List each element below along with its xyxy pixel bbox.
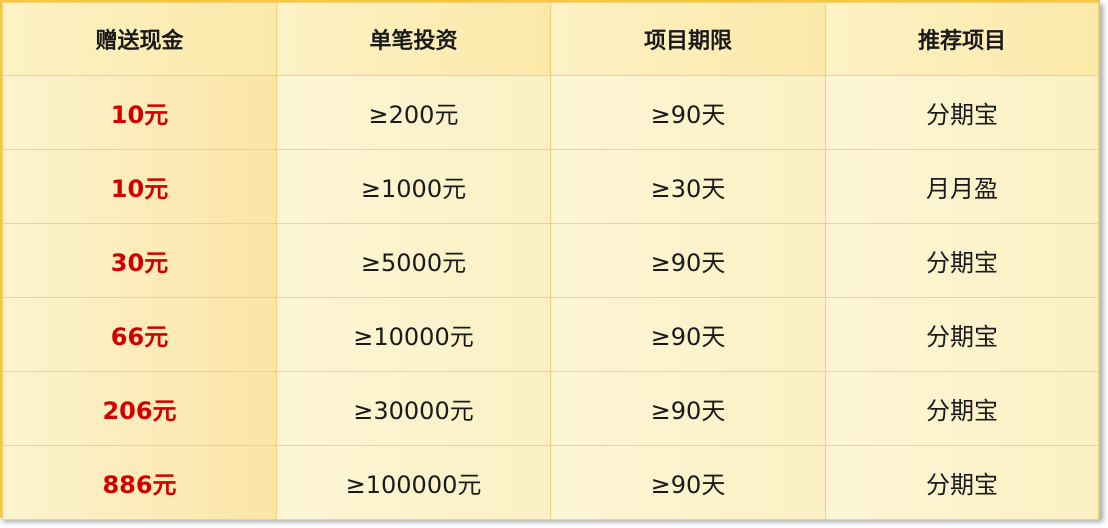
project-cell: 分期宝 (825, 223, 1099, 298)
header-cash-reward: 赠送现金 (2, 2, 277, 76)
reward-table: 赠送现金 单笔投资 项目期限 推荐项目 10元 ≥200元 ≥90天 分期宝 1… (2, 2, 1099, 520)
table-row: 10元 ≥200元 ≥90天 分期宝 (2, 75, 1099, 150)
cash-cell: 66元 (2, 297, 277, 372)
investment-cell: ≥200元 (276, 75, 551, 150)
table-header-row: 赠送现金 单笔投资 项目期限 推荐项目 (2, 2, 1099, 76)
table-row: 30元 ≥5000元 ≥90天 分期宝 (2, 223, 1099, 298)
project-cell: 分期宝 (825, 75, 1099, 150)
term-cell: ≥90天 (550, 75, 826, 150)
project-cell: 分期宝 (825, 445, 1099, 520)
investment-cell: ≥30000元 (276, 371, 551, 446)
header-recommended-project: 推荐项目 (825, 2, 1099, 76)
term-cell: ≥90天 (550, 371, 826, 446)
header-project-term: 项目期限 (550, 2, 826, 76)
table-row: 886元 ≥100000元 ≥90天 分期宝 (2, 445, 1099, 520)
term-cell: ≥90天 (550, 297, 826, 372)
project-cell: 分期宝 (825, 371, 1099, 446)
cash-cell: 10元 (2, 75, 277, 150)
table-row: 10元 ≥1000元 ≥30天 月月盈 (2, 149, 1099, 224)
table-row: 206元 ≥30000元 ≥90天 分期宝 (2, 371, 1099, 446)
cash-cell: 30元 (2, 223, 277, 298)
table-row: 66元 ≥10000元 ≥90天 分期宝 (2, 297, 1099, 372)
project-cell: 分期宝 (825, 297, 1099, 372)
investment-cell: ≥1000元 (276, 149, 551, 224)
project-cell: 月月盈 (825, 149, 1099, 224)
cash-cell: 886元 (2, 445, 277, 520)
investment-cell: ≥10000元 (276, 297, 551, 372)
cash-cell: 206元 (2, 371, 277, 446)
cash-cell: 10元 (2, 149, 277, 224)
investment-cell: ≥100000元 (276, 445, 551, 520)
investment-cell: ≥5000元 (276, 223, 551, 298)
term-cell: ≥90天 (550, 445, 826, 520)
term-cell: ≥90天 (550, 223, 826, 298)
reward-table-container: 赠送现金 单笔投资 项目期限 推荐项目 10元 ≥200元 ≥90天 分期宝 1… (0, 0, 1100, 520)
header-single-investment: 单笔投资 (276, 2, 551, 76)
term-cell: ≥30天 (550, 149, 826, 224)
